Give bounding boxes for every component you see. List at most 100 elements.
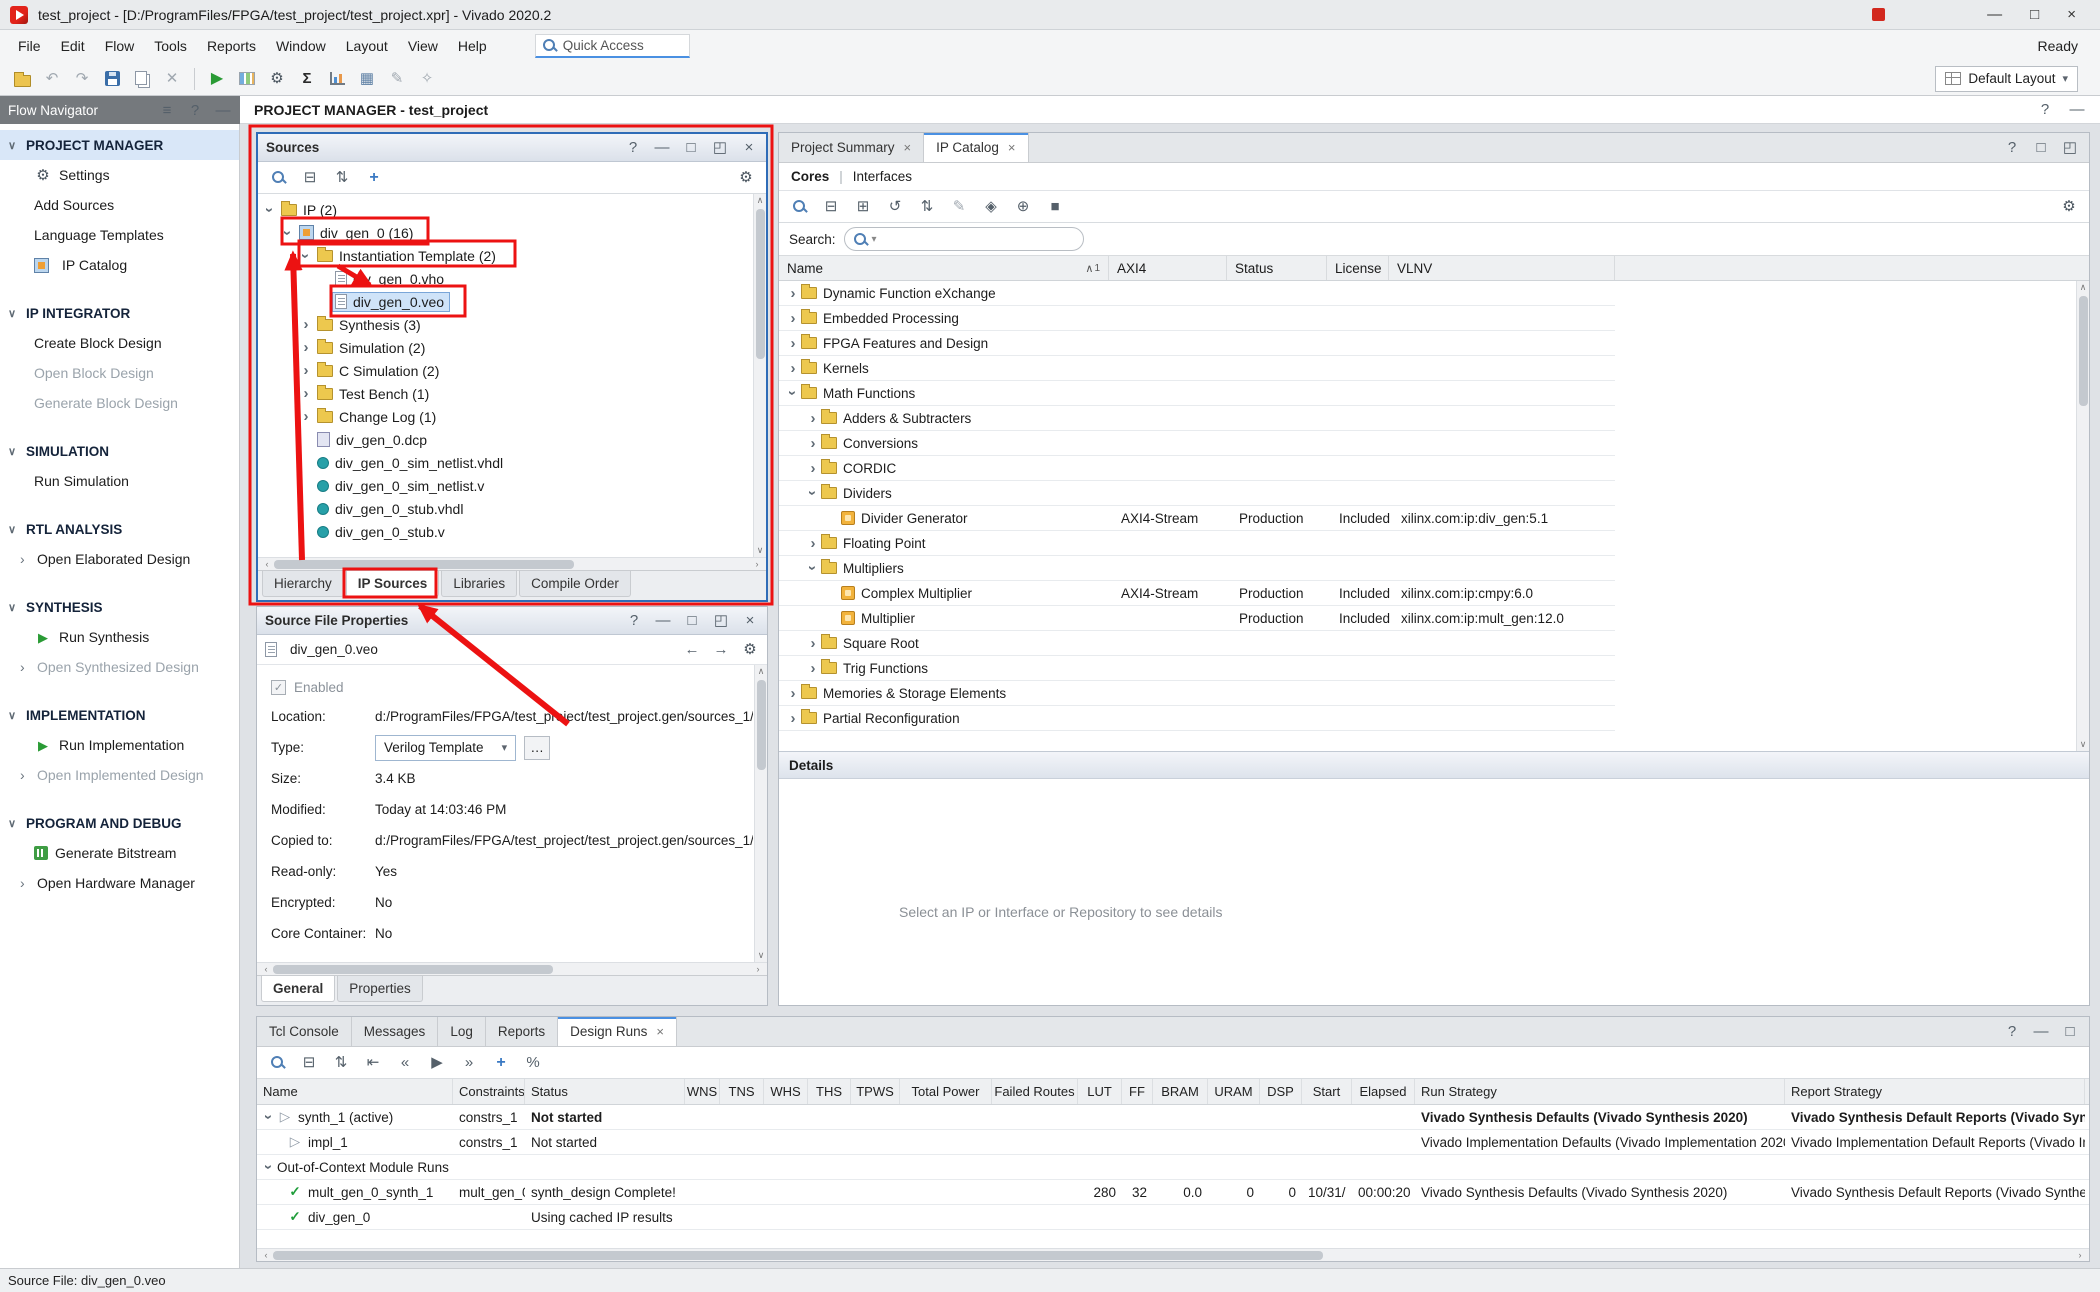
ip-item-memories-storage-elements[interactable]: ›Memories & Storage Elements [779, 681, 1615, 706]
expand-toggle-icon[interactable]: › [785, 685, 801, 701]
flownav-item-run-simulation[interactable]: Run Simulation [0, 466, 239, 496]
results-tab-reports[interactable]: Reports [486, 1017, 558, 1046]
ip-search-input[interactable]: ▾ [844, 227, 1084, 251]
flownav-section-synthesis[interactable]: ∨SYNTHESIS [0, 592, 239, 622]
runs-column-dsp[interactable]: DSP [1260, 1079, 1302, 1104]
collapse-toggle-icon[interactable]: › [280, 225, 296, 241]
scroll-left-icon[interactable]: ‹ [259, 1250, 273, 1260]
workspace-tab-project-summary[interactable]: Project Summary× [779, 133, 924, 162]
source-item-simulation-2[interactable]: ›Simulation (2) [258, 336, 766, 359]
scrollbar-thumb[interactable] [757, 680, 766, 770]
ipcat-add-repo-button[interactable]: ⊕ [1009, 194, 1037, 220]
enabled-checkbox[interactable]: ✓ [271, 680, 286, 695]
sources-vertical-scrollbar[interactable]: ∧ ∨ [753, 194, 766, 557]
flownav-item-open-block-design[interactable]: Open Block Design [0, 358, 239, 388]
run-row-mult-gen-0-synth-1[interactable]: ✓mult_gen_0_synth_1mult_gen_0synth_desig… [257, 1180, 2089, 1205]
run-row-div-gen-0[interactable]: ✓div_gen_0Using cached IP results [257, 1205, 2089, 1230]
scrollbar-thumb[interactable] [756, 209, 765, 359]
runs-plus-button[interactable]: + [487, 1050, 515, 1076]
source-item-synthesis-3[interactable]: ›Synthesis (3) [258, 313, 766, 336]
main-copy-button[interactable] [128, 66, 156, 92]
workspace-tab-ip-catalog[interactable]: IP Catalog× [924, 133, 1028, 162]
sources-restore-button[interactable]: ◰ [711, 139, 729, 157]
flownav-item-settings[interactable]: ⚙Settings [0, 160, 239, 190]
expand-toggle-icon[interactable]: › [785, 710, 801, 726]
expand-toggle-icon[interactable]: › [805, 535, 821, 551]
source-item-instantiation-template-2[interactable]: ›Instantiation Template (2) [258, 244, 766, 267]
sources-collapse-all-button[interactable]: ⊟ [296, 165, 324, 191]
menu-flow[interactable]: Flow [95, 33, 145, 59]
scroll-left-icon[interactable]: ‹ [259, 964, 273, 974]
flownav-item-language-templates[interactable]: Language Templates [0, 220, 239, 250]
previous-object-button[interactable]: ← [683, 641, 701, 659]
flownav-section-ip-integrator[interactable]: ∨IP INTEGRATOR [0, 298, 239, 328]
runs-column-elapsed[interactable]: Elapsed [1352, 1079, 1415, 1104]
ip-item-embedded-processing[interactable]: ›Embedded Processing [779, 306, 1615, 331]
ip-vertical-scrollbar[interactable]: ∧ ∨ [2076, 281, 2089, 751]
scroll-up-icon[interactable]: ∧ [754, 194, 766, 207]
collapse-toggle-icon[interactable]: › [298, 248, 314, 264]
flownav-minimize-button[interactable]: — [214, 101, 232, 119]
runs-column-wns[interactable]: WNS [685, 1079, 720, 1104]
minimize-window-button[interactable]: — [1987, 6, 2002, 23]
ipcat-refresh-button[interactable]: ↺ [881, 194, 909, 220]
interfaces-subtab[interactable]: Interfaces [853, 169, 912, 184]
scroll-up-icon[interactable]: ∧ [2077, 281, 2089, 294]
close-tab-icon[interactable]: × [656, 1024, 664, 1039]
sources-settings-button[interactable]: ⚙ [732, 165, 760, 191]
properties-vertical-scrollbar[interactable]: ∧ ∨ [754, 665, 767, 962]
scroll-down-icon[interactable]: ∨ [2077, 738, 2089, 751]
workspace-maximize-button[interactable]: □ [2032, 139, 2050, 157]
expand-toggle-icon[interactable]: › [785, 360, 801, 376]
runs-percent-button[interactable]: % [519, 1050, 547, 1076]
ipcat-edit-button[interactable]: ✎ [945, 194, 973, 220]
expand-toggle-icon[interactable]: › [805, 660, 821, 676]
flownav-item-open-implemented-design[interactable]: ›Open Implemented Design [0, 760, 239, 790]
expand-toggle-icon[interactable]: › [298, 317, 314, 333]
runs-column-bram[interactable]: BRAM [1153, 1079, 1208, 1104]
runs-column-total-power[interactable]: Total Power [900, 1079, 992, 1104]
close-tab-icon[interactable]: × [1008, 140, 1016, 155]
runs-first-button[interactable]: ⇤ [359, 1050, 387, 1076]
expand-toggle-icon[interactable]: › [298, 409, 314, 425]
flownav-section-project-manager[interactable]: ∨PROJECT MANAGER [0, 130, 239, 160]
properties-settings-button[interactable]: ⚙ [741, 641, 759, 659]
main-delete-button[interactable]: ✕ [158, 66, 186, 92]
sources-tab-ip-sources[interactable]: IP Sources [346, 571, 440, 597]
runs-column-whs[interactable]: WHS [764, 1079, 808, 1104]
runs-column-name[interactable]: Name [257, 1079, 453, 1104]
ip-item-divider-generator[interactable]: ›Divider GeneratorAXI4-StreamProductionI… [779, 506, 1615, 531]
main-probe-button[interactable]: ✧ [413, 66, 441, 92]
sources-minimize-button[interactable]: — [653, 139, 671, 157]
main-flow-button[interactable] [233, 66, 261, 92]
flownav-section-simulation[interactable]: ∨SIMULATION [0, 436, 239, 466]
sources-horizontal-scrollbar[interactable]: ‹ › [258, 557, 766, 570]
browse-button[interactable]: … [524, 736, 550, 760]
scroll-left-icon[interactable]: ‹ [260, 559, 274, 569]
expand-toggle-icon[interactable]: › [805, 460, 821, 476]
expand-toggle-icon[interactable]: › [298, 386, 314, 402]
runs-column-tpws[interactable]: TPWS [851, 1079, 900, 1104]
maximize-window-button[interactable]: □ [2030, 6, 2039, 23]
source-item-div-gen-0-dcp[interactable]: ›div_gen_0.dcp [258, 428, 766, 451]
ip-item-adders-subtracters[interactable]: ›Adders & Subtracters [779, 406, 1615, 431]
menu-help[interactable]: Help [448, 33, 497, 59]
source-item-div-gen-0-stub-vhdl[interactable]: ›div_gen_0_stub.vhdl [258, 497, 766, 520]
ip-item-fpga-features-and-design[interactable]: ›FPGA Features and Design [779, 331, 1615, 356]
ipcat-expand-all-button[interactable]: ⊞ [849, 194, 877, 220]
collapse-toggle-icon[interactable]: › [261, 1109, 277, 1125]
runs-column-ff[interactable]: FF [1122, 1079, 1153, 1104]
flownav-item-open-hardware-manager[interactable]: ›Open Hardware Manager [0, 868, 239, 898]
collapse-toggle-icon[interactable]: › [785, 385, 801, 401]
runs-column-tns[interactable]: TNS [720, 1079, 764, 1104]
ip-item-kernels[interactable]: ›Kernels [779, 356, 1615, 381]
expand-toggle-icon[interactable]: › [785, 335, 801, 351]
source-item-div-gen-0-sim-netlist-vhdl[interactable]: ›div_gen_0_sim_netlist.vhdl [258, 451, 766, 474]
scroll-down-icon[interactable]: ∨ [755, 949, 767, 962]
flownav-item-run-implementation[interactable]: ▶Run Implementation [0, 730, 239, 760]
scroll-right-icon[interactable]: › [750, 559, 764, 569]
runs-forward-button[interactable]: » [455, 1050, 483, 1076]
runs-column-constraints[interactable]: Constraints [453, 1079, 525, 1104]
scroll-right-icon[interactable]: › [2073, 1250, 2087, 1260]
main-undo-button[interactable]: ↶ [38, 66, 66, 92]
